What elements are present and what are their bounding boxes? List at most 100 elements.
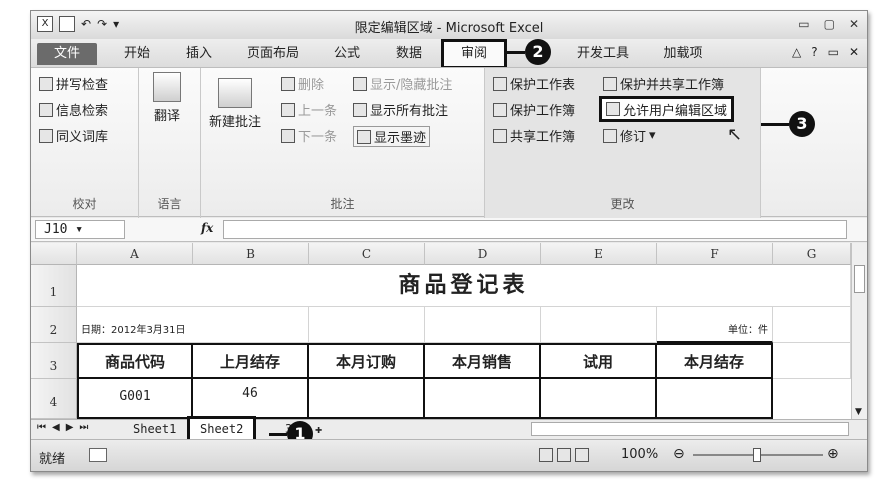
- tab-data[interactable]: 数据: [389, 43, 429, 65]
- column-header[interactable]: A: [77, 243, 193, 265]
- column-header[interactable]: B: [193, 243, 309, 265]
- worksheet-grid[interactable]: A B C D E F G 1 2 3 4 商品登记表 日期：2012年3月31…: [31, 243, 867, 419]
- sheet-tab-sheet1[interactable]: Sheet1: [127, 421, 182, 439]
- cell[interactable]: [773, 307, 851, 343]
- maximize-button[interactable]: ▢: [824, 17, 835, 31]
- help-icon[interactable]: ?: [811, 45, 817, 59]
- row-header[interactable]: 1: [31, 265, 77, 307]
- excel-window: X ↶ ↷ ▾ 限定编辑区域 - Microsoft Excel ▭ ▢ ✕ 文…: [30, 10, 868, 472]
- cell[interactable]: [425, 307, 541, 343]
- window-title: 限定编辑区域 - Microsoft Excel: [354, 21, 544, 36]
- tab-page-layout[interactable]: 页面布局: [239, 43, 307, 65]
- protect-share-icon: [603, 76, 617, 91]
- header-cell[interactable]: 商品代码: [77, 343, 193, 379]
- row-header[interactable]: 4: [31, 379, 77, 419]
- group-label-proofing: 校对: [72, 197, 97, 211]
- prev-comment-icon: [281, 102, 295, 117]
- callout-line-2: [507, 51, 525, 54]
- group-changes: 保护工作表 保护工作簿 共享工作簿 保护并共享工作簿 允许用户编辑区域 修订 ▾ …: [485, 68, 761, 218]
- row-header[interactable]: 2: [31, 307, 77, 343]
- show-ink-button[interactable]: 显示墨迹: [353, 126, 431, 147]
- spell-check-button[interactable]: 拼写检查: [39, 74, 108, 93]
- page-layout-view-icon[interactable]: [557, 448, 571, 462]
- show-all-comments-icon: [353, 102, 367, 117]
- chevron-down-icon: ▾: [649, 128, 656, 143]
- tab-review[interactable]: 审阅: [441, 39, 507, 69]
- unit-cell[interactable]: 单位：件: [657, 307, 773, 343]
- next-comment-button[interactable]: 下一条: [281, 126, 337, 145]
- cell[interactable]: [541, 379, 657, 419]
- name-box[interactable]: J10 ▾: [35, 220, 125, 239]
- cell[interactable]: [425, 379, 541, 419]
- zoom-level[interactable]: 100%: [621, 447, 658, 462]
- prev-comment-button[interactable]: 上一条: [281, 100, 337, 119]
- cell[interactable]: [309, 379, 425, 419]
- zoom-in-icon[interactable]: ⊕: [827, 446, 839, 462]
- vertical-scrollbar[interactable]: ▼: [851, 243, 867, 419]
- insert-function-icon[interactable]: fx: [201, 221, 213, 235]
- translate-icon: [153, 72, 181, 102]
- column-header[interactable]: D: [425, 243, 541, 265]
- thesaurus-button[interactable]: 同义词库: [39, 126, 108, 145]
- header-cell[interactable]: 本月销售: [425, 343, 541, 379]
- zoom-slider-thumb[interactable]: [753, 448, 761, 462]
- tab-developer[interactable]: 开发工具: [569, 43, 637, 65]
- stock-cell[interactable]: 46: [193, 379, 309, 419]
- cell[interactable]: [541, 307, 657, 343]
- sheet-title[interactable]: 商品登记表: [77, 265, 851, 307]
- protect-sheet-button[interactable]: 保护工作表: [493, 74, 575, 93]
- scroll-down-icon[interactable]: ▼: [855, 407, 862, 417]
- page-break-view-icon[interactable]: [575, 448, 589, 462]
- column-header[interactable]: E: [541, 243, 657, 265]
- minimize-button[interactable]: ▭: [798, 17, 809, 31]
- new-comment-icon: [218, 78, 252, 108]
- horizontal-scrollbar[interactable]: [531, 422, 849, 436]
- tab-insert[interactable]: 插入: [177, 43, 221, 65]
- tab-home[interactable]: 开始: [115, 43, 159, 65]
- tab-formulas[interactable]: 公式: [327, 43, 367, 65]
- minimize-ribbon-icon[interactable]: △: [792, 45, 801, 59]
- normal-view-icon[interactable]: [539, 448, 553, 462]
- tab-file[interactable]: 文件: [37, 43, 97, 65]
- delete-comment-button[interactable]: 删除: [281, 74, 324, 93]
- close-button[interactable]: ✕: [849, 17, 859, 31]
- new-comment-button[interactable]: 新建批注: [209, 78, 261, 130]
- ribbon-review: 拼写检查 信息检索 同义词库 校对 翻译 语言 新建批注 删除 上一条 下一条 …: [31, 67, 867, 218]
- show-all-comments-button[interactable]: 显示所有批注: [353, 100, 448, 119]
- zoom-out-icon[interactable]: ⊖: [673, 446, 685, 462]
- delete-comment-icon: [281, 76, 295, 91]
- ribbon-tabs: 文件 开始 插入 页面布局 公式 数据 审阅 视 开发工具 加载项 △ ? ▭ …: [31, 39, 867, 69]
- date-cell[interactable]: 日期：2012年3月31日: [77, 307, 309, 343]
- formula-input[interactable]: [223, 220, 847, 239]
- next-comment-icon: [281, 128, 295, 143]
- allow-edit-ranges-button[interactable]: 允许用户编辑区域: [599, 96, 735, 122]
- code-cell[interactable]: G001: [77, 379, 193, 419]
- ready-status: 就绪: [39, 452, 66, 467]
- sheet-nav-icons[interactable]: ⏮◀▶⏭: [37, 422, 94, 433]
- restore-icon[interactable]: ▭: [828, 45, 839, 59]
- mouse-cursor-icon: ↖: [727, 124, 743, 145]
- protect-workbook-button[interactable]: 保护工作簿: [493, 100, 575, 119]
- header-cell[interactable]: 试用: [541, 343, 657, 379]
- select-all-corner[interactable]: [31, 243, 77, 265]
- scroll-thumb[interactable]: [854, 265, 865, 293]
- column-header[interactable]: F: [657, 243, 773, 265]
- translate-button[interactable]: 翻译: [153, 72, 181, 124]
- close-workbook-icon[interactable]: ✕: [849, 45, 859, 59]
- cell[interactable]: [773, 343, 851, 379]
- header-cell[interactable]: 本月订购: [309, 343, 425, 379]
- cell[interactable]: [309, 307, 425, 343]
- cell[interactable]: [657, 379, 773, 419]
- share-workbook-button[interactable]: 共享工作簿: [493, 126, 575, 145]
- column-header[interactable]: C: [309, 243, 425, 265]
- header-cell[interactable]: 上月结存: [193, 343, 309, 379]
- show-hide-comment-button[interactable]: 显示/隐藏批注: [353, 74, 452, 93]
- header-cell[interactable]: 本月结存: [657, 343, 773, 379]
- protect-share-button[interactable]: 保护并共享工作簿: [603, 74, 724, 93]
- macro-record-icon[interactable]: [89, 448, 107, 462]
- row-header[interactable]: 3: [31, 343, 77, 379]
- track-changes-button[interactable]: 修订 ▾: [603, 126, 656, 145]
- tab-addins[interactable]: 加载项: [657, 43, 709, 65]
- research-button[interactable]: 信息检索: [39, 100, 108, 119]
- column-header[interactable]: G: [773, 243, 851, 265]
